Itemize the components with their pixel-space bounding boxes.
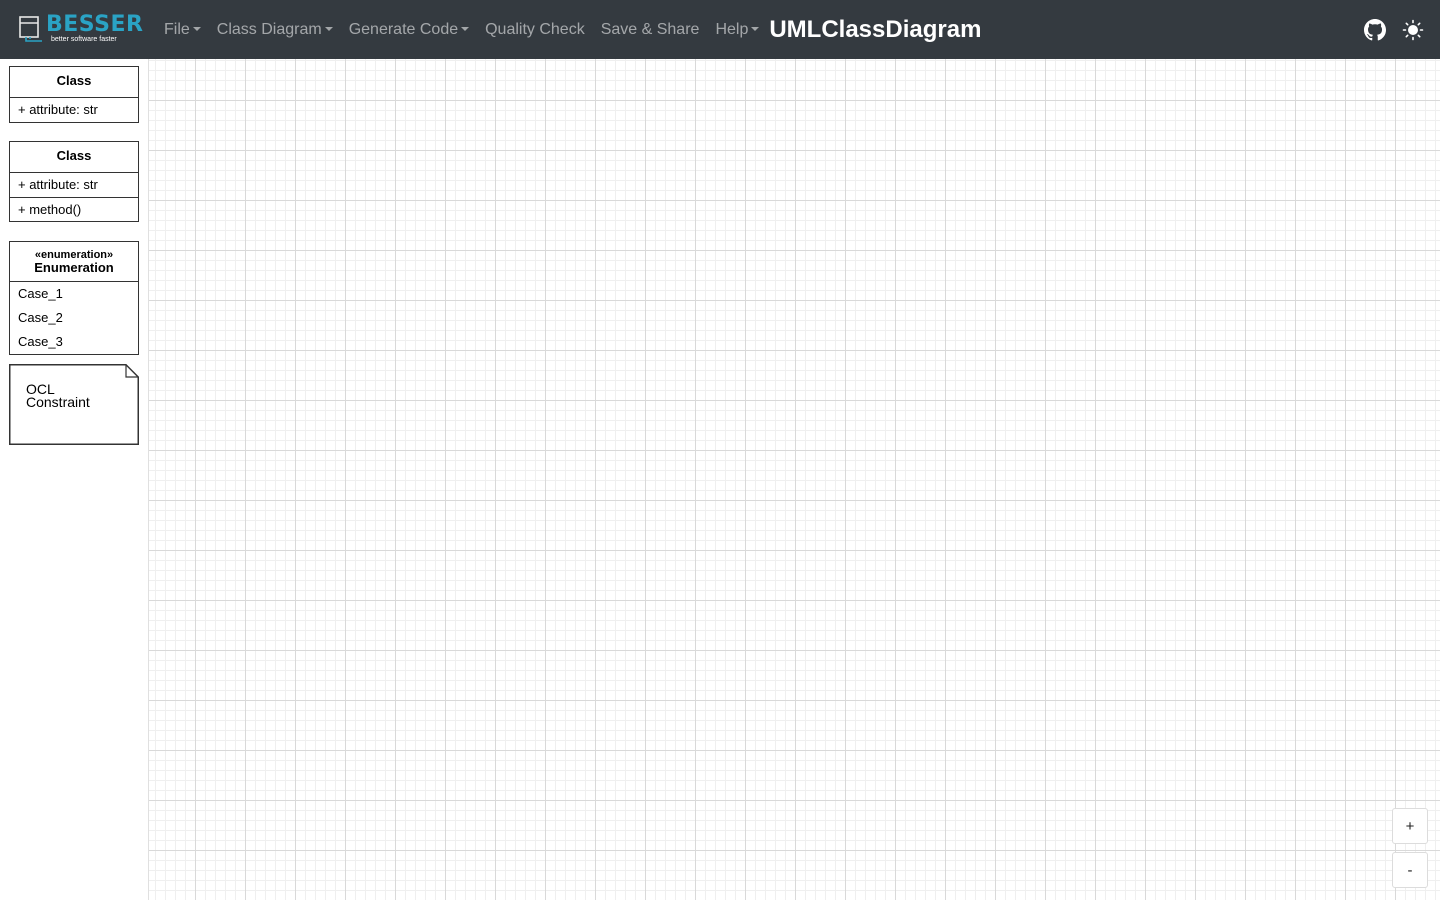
brand-tagline: better software faster — [51, 36, 117, 43]
class-attribute: + attribute: str — [18, 177, 98, 192]
class-name: Class — [10, 142, 138, 173]
element-palette: Class + attribute: str Class + attribute… — [0, 59, 148, 900]
enumeration-case: Case_3 — [18, 334, 63, 349]
menu-save-share[interactable]: Save & Share — [593, 0, 708, 59]
class-method: + method() — [10, 197, 138, 221]
enumeration-name: Enumeration — [34, 260, 114, 275]
diagram-canvas[interactable]: + - — [148, 59, 1440, 900]
palette-enumeration[interactable]: «enumeration» Enumeration Case_1 Case_2 … — [9, 241, 139, 355]
zoom-in-button[interactable]: + — [1392, 808, 1428, 844]
menu-save-share-label: Save & Share — [600, 21, 700, 38]
palette-class-simple[interactable]: Class + attribute: str — [9, 66, 139, 123]
menu-help[interactable]: Help — [707, 0, 767, 59]
github-icon[interactable] — [1364, 18, 1386, 41]
menu-class-diagram[interactable]: Class Diagram — [209, 0, 341, 59]
nav-menu: File Class Diagram Generate Code Quality… — [156, 0, 981, 59]
palette-ocl-constraint[interactable]: OCL Constraint — [9, 364, 139, 445]
palette-class-with-method[interactable]: Class + attribute: str + method() — [9, 141, 139, 222]
brand-name: BESSER — [46, 12, 144, 37]
diagram-title: UMLClassDiagram — [769, 16, 982, 43]
enumeration-header: «enumeration» Enumeration — [10, 242, 138, 282]
top-navbar: BESSER better software faster File Class… — [0, 0, 1440, 59]
menu-quality-check[interactable]: Quality Check — [477, 0, 593, 59]
caret-down-icon — [461, 26, 470, 31]
menu-help-label: Help — [715, 21, 749, 38]
menu-quality-check-label: Quality Check — [485, 21, 585, 38]
nav-icons — [1348, 0, 1424, 59]
theme-toggle-icon[interactable] — [1402, 19, 1424, 41]
ocl-constraint-label: OCL Constraint — [26, 381, 90, 410]
class-attribute: + attribute: str — [18, 102, 98, 117]
menu-file[interactable]: File — [156, 0, 209, 59]
zoom-out-button[interactable]: - — [1392, 852, 1428, 888]
brand-logo[interactable]: BESSER better software faster — [18, 12, 144, 46]
menu-generate-code-label: Generate Code — [348, 21, 459, 38]
menu-generate-code[interactable]: Generate Code — [341, 0, 477, 59]
class-name: Class — [10, 67, 138, 98]
caret-down-icon — [324, 26, 333, 31]
menu-file-label: File — [164, 21, 190, 38]
besser-logo-icon — [18, 14, 44, 44]
caret-down-icon — [751, 26, 760, 31]
enumeration-case: Case_2 — [18, 310, 63, 325]
menu-class-diagram-label: Class Diagram — [216, 21, 322, 38]
enumeration-case: Case_1 — [18, 286, 63, 301]
caret-down-icon — [192, 26, 201, 31]
